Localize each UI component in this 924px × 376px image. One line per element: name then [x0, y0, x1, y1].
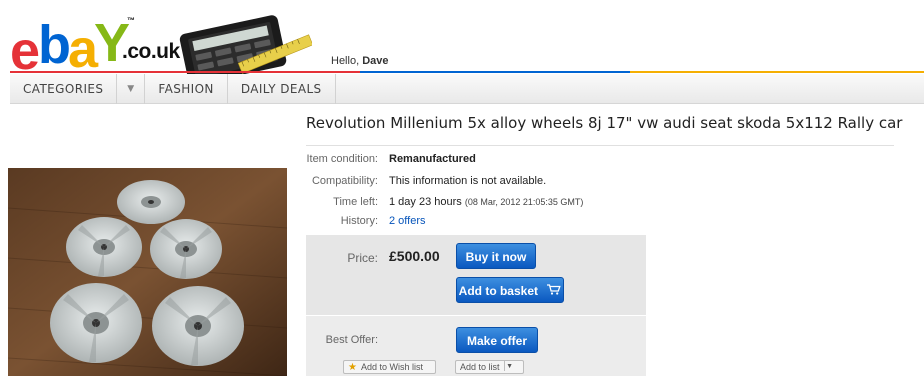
price-value: £500.00 [389, 248, 440, 264]
buy-it-now-button[interactable]: Buy it now [456, 243, 536, 269]
item-photo[interactable] [8, 168, 287, 376]
ebay-logo[interactable]: e b a Y ™ .co.uk [10, 13, 180, 81]
tablet-promo-image[interactable] [172, 8, 312, 74]
nav-categories[interactable]: CATEGORIES [10, 74, 118, 104]
offers-history-link[interactable]: 2 offers [389, 215, 426, 227]
cart-icon [547, 279, 562, 305]
end-time: (08 Mar, 2012 21:05:35 GMT) [464, 197, 584, 207]
add-to-wish-list-button[interactable]: ★ Add to Wish list [343, 360, 436, 374]
wheel-top [117, 180, 185, 224]
item-title: Revolution Millenium 5x alloy wheels 8j … [306, 114, 903, 132]
chevron-down-icon[interactable]: ▼ [503, 361, 515, 371]
greeting-text: Hello, [331, 55, 360, 67]
history-label: History: [340, 215, 378, 227]
compatibility-value: This information is not available. [389, 175, 547, 187]
add-to-basket-label: Add to basket [458, 284, 538, 298]
user-name-link[interactable]: Dave [362, 55, 388, 67]
price-label: Price: [347, 251, 378, 265]
condition-label: Item condition: [306, 153, 378, 165]
compatibility-label: Compatibility: [311, 175, 378, 187]
add-to-list-label: Add to list [460, 362, 500, 372]
logo-trademark: ™ [127, 16, 135, 25]
make-offer-button[interactable]: Make offer [456, 327, 538, 353]
star-icon: ★ [348, 362, 357, 373]
user-greeting: Hello, Dave [331, 55, 388, 67]
brand-color-strip [10, 71, 924, 73]
logo-letter-b: b [38, 15, 71, 75]
title-divider [306, 145, 894, 146]
time-left-value: 1 day 23 hours [389, 196, 462, 208]
add-to-basket-button[interactable]: Add to basket [456, 277, 564, 303]
top-navigation: CATEGORIES ▼ FASHION DAILY DEALS [10, 74, 924, 104]
chevron-down-icon[interactable]: ▼ [117, 74, 146, 104]
condition-value: Remanufactured [389, 153, 476, 165]
wish-list-label: Add to Wish list [360, 362, 423, 372]
best-offer-label: Best Offer: [325, 334, 378, 346]
time-left-label: Time left: [333, 196, 378, 208]
add-to-list-button[interactable]: Add to list ▼ [455, 360, 524, 374]
nav-daily-deals[interactable]: DAILY DEALS [228, 74, 336, 104]
nav-fashion[interactable]: FASHION [145, 74, 228, 104]
